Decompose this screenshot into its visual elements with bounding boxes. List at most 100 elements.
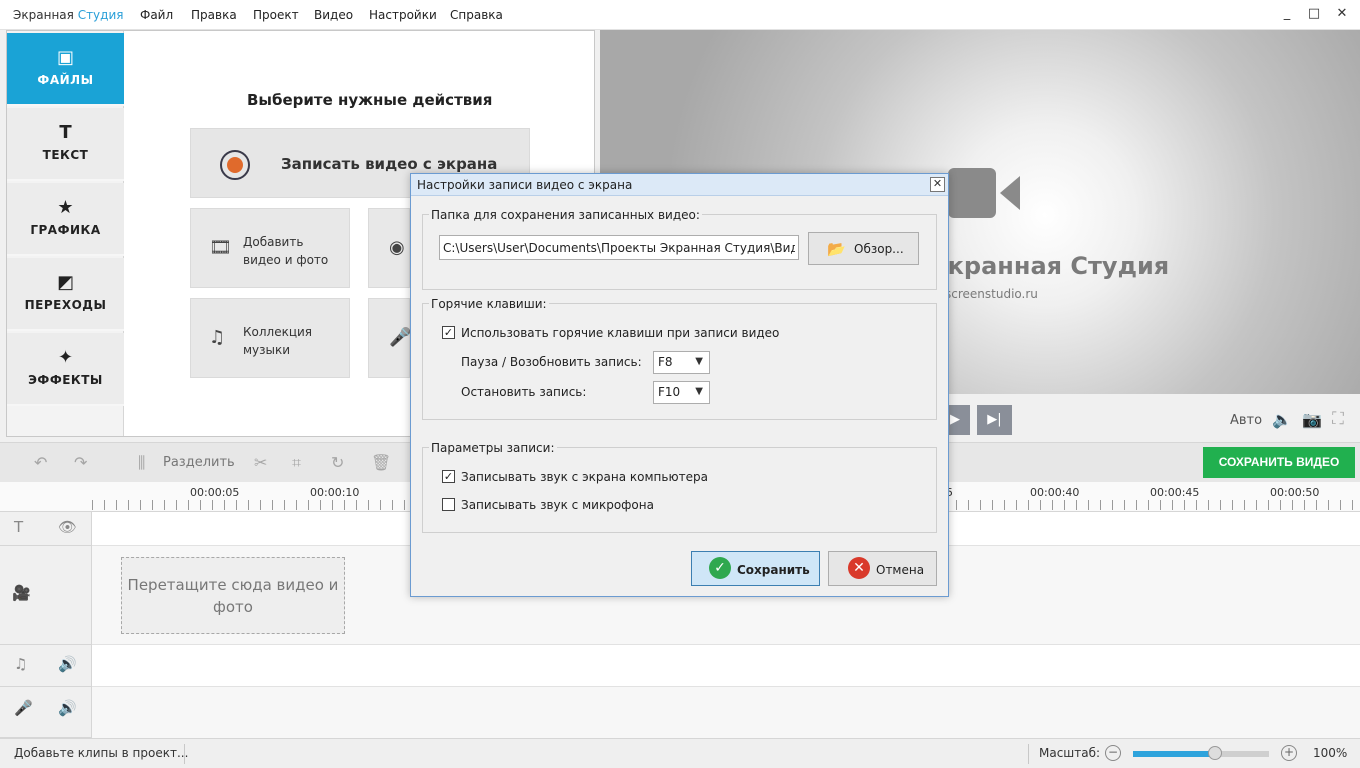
menu-settings[interactable]: Настройки xyxy=(369,8,437,22)
delete-icon[interactable]: 🗑 xyxy=(371,453,391,472)
record-system-audio-label: Записывать звук с экрана компьютера xyxy=(461,470,708,484)
microphone-record-button[interactable]: 🎤 xyxy=(368,298,412,378)
zoom-out-icon[interactable]: − xyxy=(1105,745,1121,761)
speaker-icon[interactable]: 🔊 xyxy=(58,699,77,717)
zoom-label: Масштаб: xyxy=(1039,746,1101,760)
undo-icon[interactable]: ↶ xyxy=(34,453,47,472)
pause-hotkey-label: Пауза / Возобновить запись: xyxy=(461,355,642,369)
text-track-header: T 👁 xyxy=(0,512,92,546)
menu-video[interactable]: Видео xyxy=(314,8,353,22)
ruler-label: 00:00:45 xyxy=(1150,486,1200,499)
record-params-group-label: Параметры записи: xyxy=(429,441,557,455)
microphone-icon: 🎤 xyxy=(389,327,412,348)
hotkeys-group-label: Горячие клавиши: xyxy=(429,297,549,311)
preview-brand: Экранная Студия xyxy=(930,252,1170,280)
record-system-audio-checkbox[interactable]: ✓ xyxy=(442,470,455,483)
stop-hotkey-value: F10 xyxy=(658,385,681,399)
menu-file[interactable]: Файл xyxy=(140,8,173,22)
volume-icon[interactable]: 🔈 xyxy=(1272,410,1292,429)
zoom-in-icon[interactable]: + xyxy=(1281,745,1297,761)
redo-icon[interactable]: ↷ xyxy=(74,453,87,472)
save-video-button[interactable]: СОХРАНИТЬ ВИДЕО xyxy=(1203,447,1355,478)
browse-button[interactable]: 📂 Обзор... xyxy=(808,232,919,265)
cancel-x-icon: ✕ xyxy=(848,557,870,579)
ruler-label: 00:00:40 xyxy=(1030,486,1080,499)
status-divider xyxy=(1028,744,1029,764)
chevron-down-icon: ▼ xyxy=(695,356,703,367)
text-track-icon: T xyxy=(14,518,24,536)
sidebar-item-files[interactable]: ▣ ФАЙЛЫ xyxy=(7,33,124,106)
app-title-main: Экранная xyxy=(13,8,78,22)
sidebar-item-label: ТЕКСТ xyxy=(42,148,89,162)
webcam-icon: ◉ xyxy=(389,237,405,258)
camera-icon xyxy=(948,168,1020,218)
music-note-icon: ♫ xyxy=(14,655,28,673)
status-message: Добавьте клипы в проект... xyxy=(14,746,189,760)
sidebar-item-label: ЭФФЕКТЫ xyxy=(28,373,103,387)
stop-hotkey-label: Остановить запись: xyxy=(461,385,587,399)
speaker-icon[interactable]: 🔊 xyxy=(58,655,77,673)
snapshot-icon[interactable]: 📷 xyxy=(1302,410,1322,429)
crop-icon[interactable]: ⌗ xyxy=(292,453,301,473)
music-track-header: ♫ 🔊 xyxy=(0,645,92,687)
fullscreen-icon[interactable]: ⛶ xyxy=(1332,409,1344,429)
voice-track[interactable] xyxy=(92,687,1360,738)
menu-edit[interactable]: Правка xyxy=(191,8,237,22)
visibility-eye-icon[interactable]: 👁 xyxy=(58,518,77,536)
maximize-button[interactable]: □ xyxy=(1305,6,1323,24)
use-hotkeys-checkbox[interactable]: ✓ xyxy=(442,326,455,339)
browse-button-label: Обзор... xyxy=(854,242,904,256)
video-track-header: 🎥 xyxy=(0,546,92,645)
menu-help[interactable]: Справка xyxy=(450,8,503,22)
preview-url: screenstudio.ru xyxy=(945,287,1038,301)
sidebar-item-label: ГРАФИКА xyxy=(30,223,101,237)
pause-hotkey-select[interactable]: F8 ▼ xyxy=(653,351,710,374)
sidebar-item-transitions[interactable]: ◩ ПЕРЕХОДЫ xyxy=(7,258,124,331)
folder-icon: 📂 xyxy=(827,240,846,258)
auto-label[interactable]: Авто xyxy=(1230,413,1262,428)
record-icon xyxy=(220,150,250,180)
rotate-icon[interactable]: ↻ xyxy=(331,453,344,472)
record-mic-checkbox[interactable] xyxy=(442,498,455,511)
menu-project[interactable]: Проект xyxy=(253,8,299,22)
sidebar-item-effects[interactable]: ✦ ЭФФЕКТЫ xyxy=(7,333,124,406)
cancel-button[interactable]: ✕ Отмена xyxy=(828,551,937,586)
record-screen-label: Записать видео с экрана xyxy=(281,155,498,173)
pause-hotkey-value: F8 xyxy=(658,355,673,369)
sidebar-item-graphics[interactable]: ★ ГРАФИКА xyxy=(7,183,124,256)
sidebar: ▣ ФАЙЛЫ T ТЕКСТ ★ ГРАФИКА ◩ ПЕРЕХОДЫ ✦ Э… xyxy=(7,31,124,436)
save-folder-input[interactable] xyxy=(439,235,799,260)
stop-hotkey-select[interactable]: F10 ▼ xyxy=(653,381,710,404)
use-hotkeys-label: Использовать горячие клавиши при записи … xyxy=(461,326,780,340)
title-bar: Экранная Студия Файл Правка Проект Видео… xyxy=(0,0,1360,30)
zoom-value: 100% xyxy=(1313,746,1348,760)
music-track[interactable] xyxy=(92,645,1360,687)
music-collection-label: Коллекция музыки xyxy=(243,325,313,357)
checkmark-icon: ✓ xyxy=(709,557,731,579)
add-media-button[interactable]: 🎞 Добавить видео и фото xyxy=(190,208,350,288)
next-frame-button[interactable]: ▶| xyxy=(977,405,1012,435)
sidebar-item-text[interactable]: T ТЕКСТ xyxy=(7,108,124,181)
music-list-icon: ♫ xyxy=(209,327,226,348)
save-button[interactable]: ✓ Сохранить xyxy=(691,551,820,586)
app-title-accent: Студия xyxy=(77,8,124,22)
cancel-button-label: Отмена xyxy=(876,563,925,577)
window-close-button[interactable]: ✕ xyxy=(1333,6,1351,24)
minimize-button[interactable]: _ xyxy=(1278,6,1296,24)
dialog-close-button[interactable]: ✕ xyxy=(930,177,945,192)
split-icon[interactable]: ⫼ xyxy=(138,453,145,473)
cut-icon[interactable]: ✂ xyxy=(254,453,267,472)
dialog-title-bar: Настройки записи видео с экрана ✕ xyxy=(411,174,948,196)
star-icon: ★ xyxy=(57,197,74,218)
save-button-label: Сохранить xyxy=(737,563,810,577)
status-bar: Добавьте клипы в проект... Масштаб: − + … xyxy=(0,738,1360,768)
split-button-label[interactable]: Разделить xyxy=(163,455,235,470)
zoom-slider-thumb[interactable] xyxy=(1207,746,1222,760)
music-collection-button[interactable]: ♫ Коллекция музыки xyxy=(190,298,350,378)
ruler-label: 00:00:10 xyxy=(310,486,360,499)
webcam-button[interactable]: ◉ xyxy=(368,208,410,288)
content-title: Выберите нужные действия xyxy=(247,91,493,109)
add-media-label: Добавить видео и фото xyxy=(243,235,329,267)
video-dropzone[interactable]: Перетащите сюда видео и фото xyxy=(121,557,345,634)
zoom-slider[interactable] xyxy=(1133,746,1269,760)
